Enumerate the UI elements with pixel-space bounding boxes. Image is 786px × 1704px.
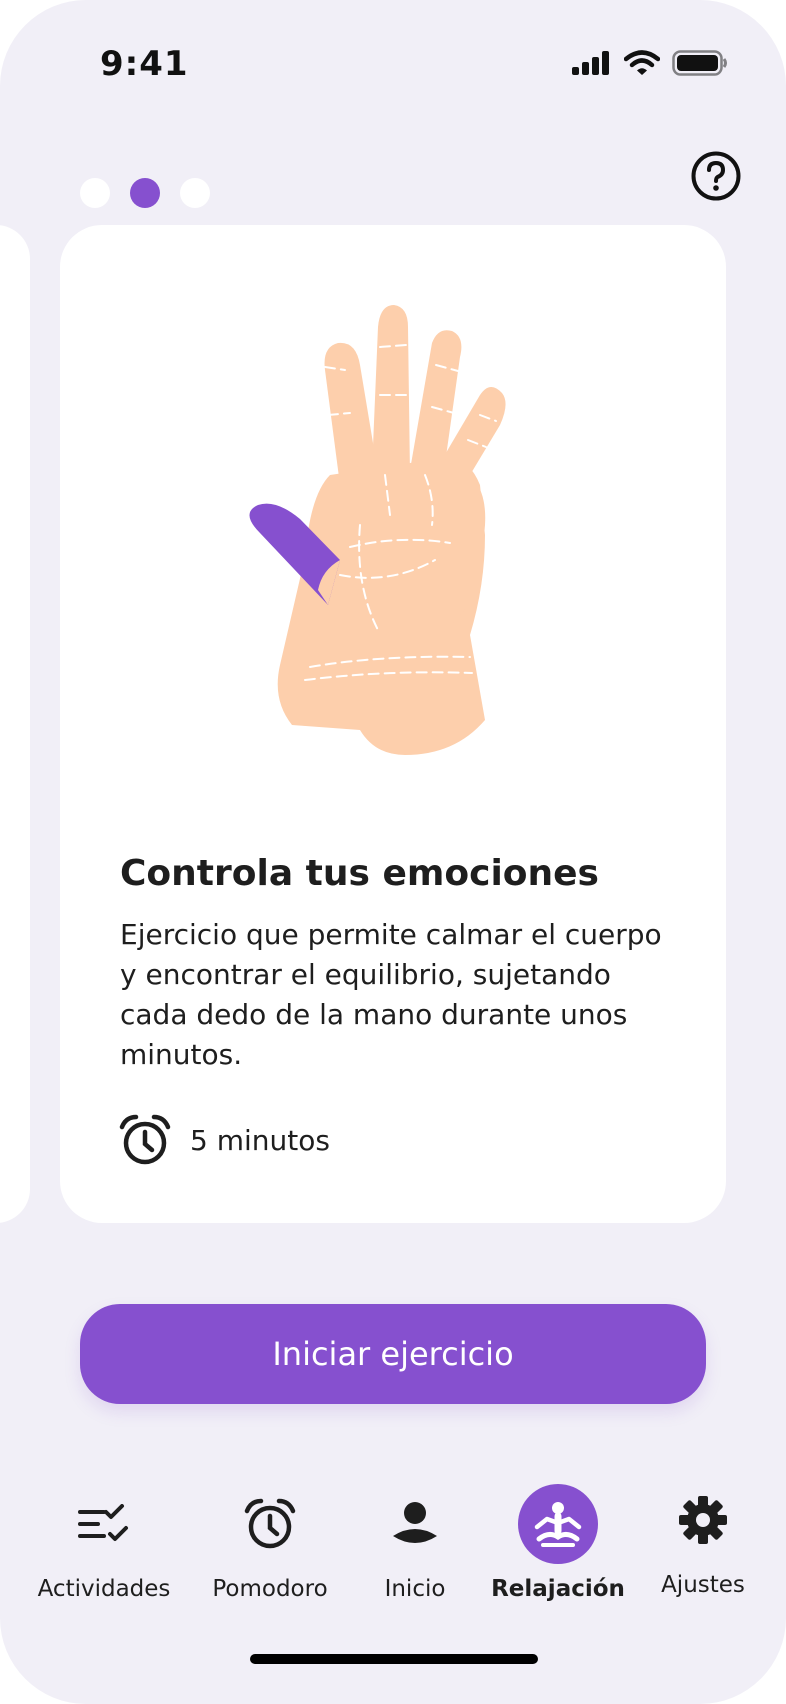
signal-icon — [572, 51, 609, 75]
phone-screen: 9:41 Controla tus emociones Ejercicio qu… — [0, 0, 786, 1704]
meditation-icon — [534, 1502, 582, 1547]
nav-label: Pomodoro — [212, 1576, 328, 1602]
pager-dot[interactable] — [180, 178, 210, 208]
nav-label: Ajustes — [661, 1572, 745, 1598]
nav-item-pomodoro[interactable]: Pomodoro — [195, 1484, 345, 1614]
start-exercise-button[interactable]: Iniciar ejercicio — [80, 1304, 706, 1404]
duration-row: 5 minutos — [118, 1113, 330, 1167]
duration-text: 5 minutos — [190, 1123, 330, 1157]
alarm-clock-icon — [244, 1498, 296, 1549]
nav-item-relajacion[interactable]: Relajación — [483, 1484, 633, 1614]
checklist-icon — [78, 1504, 128, 1541]
user-icon — [393, 1502, 437, 1543]
nav-item-inicio[interactable]: Inicio — [340, 1484, 490, 1614]
battery-icon — [672, 50, 727, 76]
nav-item-ajustes[interactable]: Ajustes — [628, 1480, 778, 1610]
status-time: 9:41 — [100, 44, 189, 84]
home-indicator[interactable] — [250, 1654, 538, 1664]
alarm-clock-icon — [119, 1114, 171, 1165]
status-icons — [572, 50, 728, 76]
previous-card[interactable] — [0, 225, 30, 1223]
wifi-icon — [624, 50, 660, 75]
nav-label: Inicio — [384, 1576, 446, 1602]
nav-item-actividades[interactable]: Actividades — [29, 1484, 179, 1614]
pager-dots — [80, 178, 210, 208]
nav-label: Actividades — [37, 1576, 171, 1602]
nav-label-active: Relajación — [491, 1576, 625, 1602]
hand-illustration — [249, 305, 506, 755]
card-description: Ejercicio que permite calmar el cuerpo y… — [120, 918, 662, 1071]
exercise-card[interactable]: Controla tus emociones Ejercicio que per… — [60, 225, 726, 1223]
help-circle-icon[interactable] — [690, 150, 742, 202]
pager-dot-active[interactable] — [130, 178, 160, 208]
gear-icon — [679, 1496, 727, 1544]
card-title: Controla tus emociones — [120, 853, 599, 894]
pager-dot[interactable] — [80, 178, 110, 208]
